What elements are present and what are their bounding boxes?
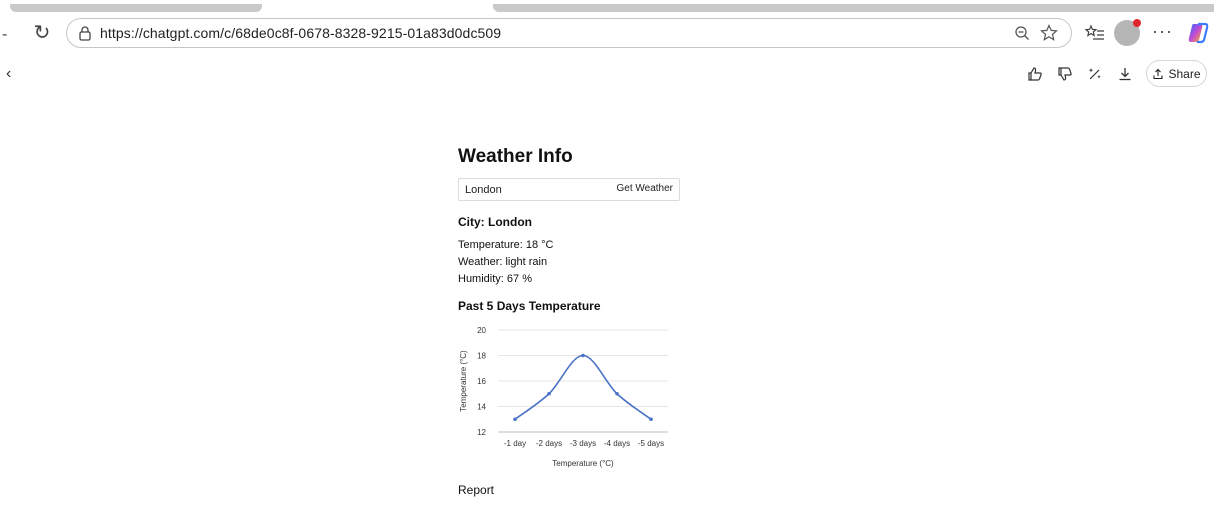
data-point xyxy=(547,391,551,396)
share-upload-icon xyxy=(1153,68,1164,79)
x-axis-label: Temperature (°C) xyxy=(552,459,614,468)
city-input[interactable] xyxy=(465,183,605,197)
x-tick-label: -3 days xyxy=(570,439,596,448)
y-tick-label: 18 xyxy=(477,352,486,361)
humidity-text: Humidity: 67 % xyxy=(458,273,532,285)
chart-heading: Past 5 Days Temperature xyxy=(458,299,601,313)
x-tick-label: -2 days xyxy=(536,439,562,448)
y-tick-label: 16 xyxy=(477,377,486,386)
x-tick-label: -5 days xyxy=(638,439,664,448)
temperature-text: Temperature: 18 °C xyxy=(458,239,554,251)
data-point xyxy=(513,417,517,422)
thumbs-up-icon[interactable] xyxy=(1026,65,1044,83)
reload-icon[interactable]: ↻ xyxy=(30,21,54,45)
report-section-label: Report xyxy=(458,483,495,497)
browser-tab-active[interactable] xyxy=(493,4,1214,12)
y-axis-label: Temperature (°C) xyxy=(459,350,468,412)
data-point xyxy=(649,417,653,422)
copilot-icon[interactable] xyxy=(1186,21,1210,45)
lock-icon[interactable] xyxy=(77,25,93,41)
page-action-bar: ‹ Share xyxy=(0,56,1214,92)
browser-tab[interactable] xyxy=(10,4,262,12)
favorites-list-icon[interactable] xyxy=(1084,22,1106,44)
search-form: Get Weather xyxy=(458,178,680,201)
thumbs-down-icon[interactable] xyxy=(1056,65,1074,83)
y-tick-label: 14 xyxy=(477,403,486,412)
back-arrow-icon[interactable]: ‐ xyxy=(2,26,7,44)
favorite-star-icon[interactable] xyxy=(1039,23,1059,43)
data-point xyxy=(615,391,619,396)
zoom-icon[interactable] xyxy=(1013,24,1031,42)
share-label: Share xyxy=(1168,66,1201,81)
chevron-left-icon[interactable]: ‹ xyxy=(6,65,11,83)
more-options-icon[interactable]: ··· xyxy=(1152,21,1174,43)
browser-toolbar: ‐ ↻ https://chatgpt.com/c/68de0c8f-0678-… xyxy=(0,12,1214,56)
address-bar[interactable]: https://chatgpt.com/c/68de0c8f-0678-8328… xyxy=(66,18,1072,48)
x-tick-label: -4 days xyxy=(604,439,630,448)
y-tick-label: 12 xyxy=(477,428,486,437)
profile-avatar[interactable] xyxy=(1114,19,1141,46)
tab-strip xyxy=(0,0,1214,12)
notification-dot-icon xyxy=(1133,19,1141,27)
y-tick-label: 20 xyxy=(477,326,486,335)
url-text[interactable]: https://chatgpt.com/c/68de0c8f-0678-8328… xyxy=(100,25,501,41)
series-line xyxy=(514,354,652,420)
page-title: Weather Info xyxy=(458,146,573,167)
share-button[interactable]: Share xyxy=(1146,60,1207,87)
data-point xyxy=(581,353,585,358)
temperature-chart: 12 14 16 18 20 -1 day -2 days -3 days -4 days -5 … xyxy=(459,326,668,468)
city-heading: City: London xyxy=(458,215,532,229)
x-tick-label: -1 day xyxy=(504,439,526,448)
weather-text: Weather: light rain xyxy=(458,256,548,268)
get-weather-button[interactable]: Get Weather xyxy=(616,183,673,194)
sparkle-edit-icon[interactable] xyxy=(1086,65,1104,83)
download-icon[interactable] xyxy=(1116,65,1134,83)
